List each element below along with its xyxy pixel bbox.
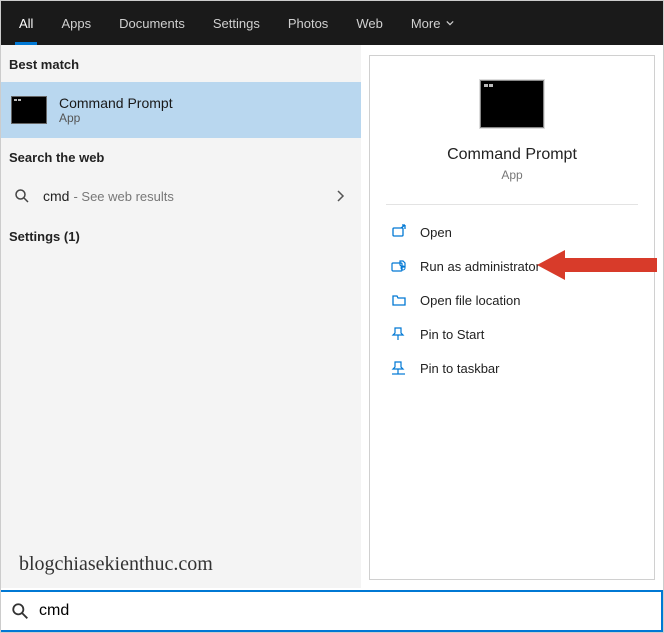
main-area: Best match Command Prompt App Search the…: [1, 45, 663, 588]
action-open[interactable]: Open: [380, 215, 644, 249]
action-run-admin[interactable]: Run as administrator: [380, 249, 644, 283]
result-text-block: Command Prompt App: [59, 95, 173, 125]
action-pin-start-label: Pin to Start: [420, 327, 484, 342]
watermark-text: blogchiasekienthuc.com: [19, 553, 213, 576]
run-admin-icon: [388, 257, 410, 275]
tab-photos-label: Photos: [288, 16, 328, 31]
web-result-row[interactable]: cmd - See web results: [1, 175, 361, 217]
open-icon: [388, 223, 410, 241]
action-pin-start[interactable]: Pin to Start: [380, 317, 644, 351]
results-pane: Best match Command Prompt App Search the…: [1, 45, 361, 588]
top-tabbar: All Apps Documents Settings Photos Web M…: [1, 1, 663, 45]
search-input[interactable]: [39, 602, 651, 620]
cmd-icon: [11, 96, 47, 124]
cmd-preview-icon: [480, 80, 544, 128]
chevron-right-icon: [335, 190, 345, 202]
tab-more[interactable]: More: [397, 1, 469, 45]
action-open-location[interactable]: Open file location: [380, 283, 644, 317]
tab-all-label: All: [19, 16, 33, 31]
action-pin-taskbar[interactable]: Pin to taskbar: [380, 351, 644, 385]
action-list: Open Run as administrator Open file loca…: [370, 215, 654, 385]
pin-start-icon: [388, 325, 410, 343]
preview-title: Command Prompt: [370, 146, 654, 164]
tab-settings[interactable]: Settings: [199, 1, 274, 45]
web-hint-text: - See web results: [73, 189, 173, 204]
tab-apps-label: Apps: [61, 16, 91, 31]
preview-pane: Command Prompt App Open Run as administr…: [369, 55, 655, 580]
tab-web-label: Web: [356, 16, 383, 31]
tab-photos[interactable]: Photos: [274, 1, 342, 45]
action-open-location-label: Open file location: [420, 293, 520, 308]
best-match-result[interactable]: Command Prompt App: [1, 82, 361, 138]
tab-all[interactable]: All: [5, 1, 47, 45]
action-open-label: Open: [420, 225, 452, 240]
pin-taskbar-icon: [388, 359, 410, 377]
settings-results-label[interactable]: Settings (1): [1, 217, 361, 254]
tab-documents[interactable]: Documents: [105, 1, 199, 45]
tab-documents-label: Documents: [119, 16, 185, 31]
result-title: Command Prompt: [59, 95, 173, 111]
search-web-label: Search the web: [1, 138, 361, 175]
search-icon: [11, 185, 33, 207]
tab-web[interactable]: Web: [342, 1, 397, 45]
tab-more-label: More: [411, 16, 441, 31]
chevron-down-icon: [446, 19, 454, 27]
tab-apps[interactable]: Apps: [47, 1, 105, 45]
result-subtitle: App: [59, 111, 173, 125]
web-query-text: cmd: [43, 188, 69, 204]
tab-settings-label: Settings: [213, 16, 260, 31]
action-pin-taskbar-label: Pin to taskbar: [420, 361, 500, 376]
best-match-label: Best match: [1, 45, 361, 82]
search-bar[interactable]: [1, 590, 663, 632]
folder-icon: [388, 291, 410, 309]
preview-subtitle: App: [370, 168, 654, 182]
action-run-admin-label: Run as administrator: [420, 259, 540, 274]
search-bar-icon: [11, 602, 29, 620]
divider: [386, 204, 638, 205]
